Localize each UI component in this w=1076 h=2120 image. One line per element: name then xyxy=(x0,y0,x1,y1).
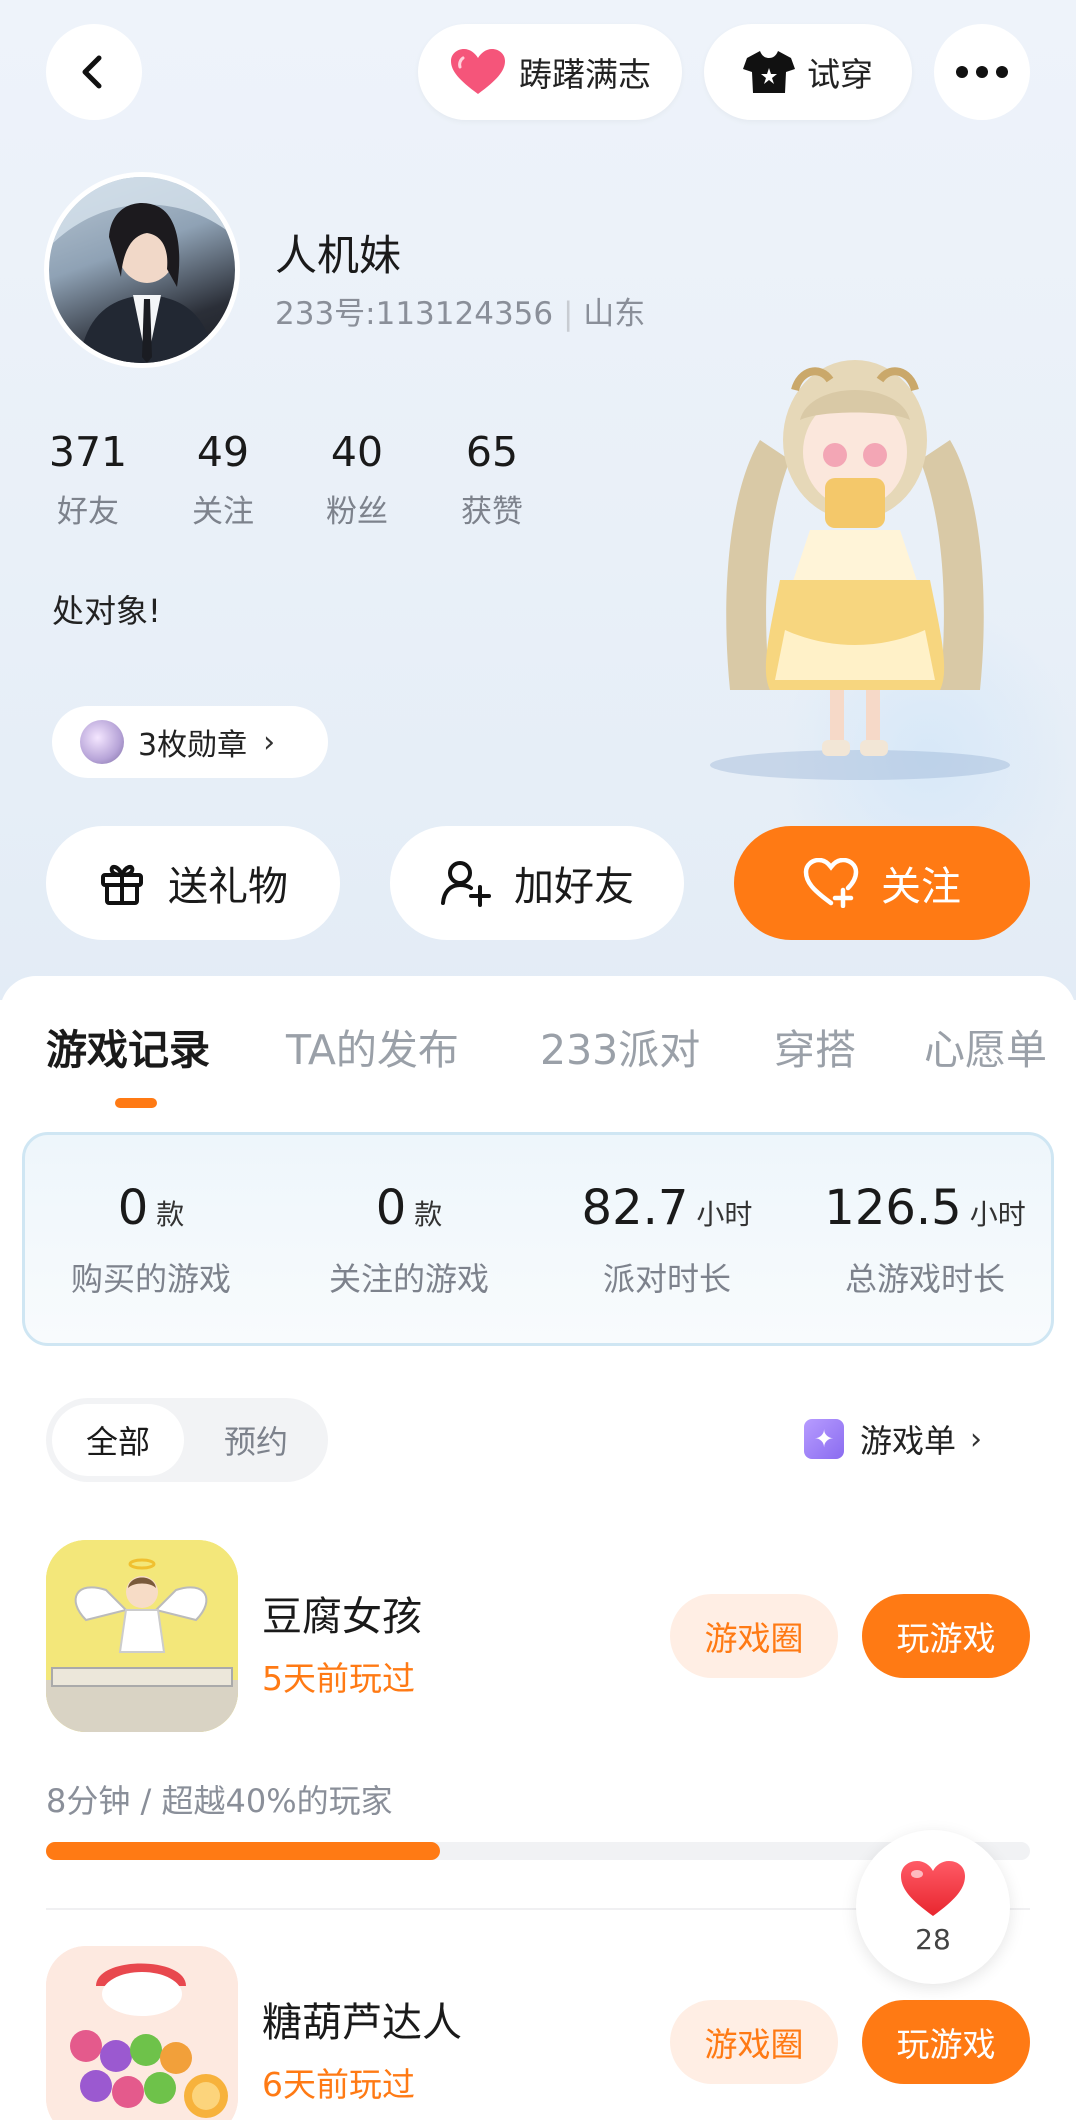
separator: | xyxy=(562,296,584,332)
stat-friends[interactable]: 371 好友 xyxy=(28,428,148,531)
try-on-button[interactable]: 试穿 xyxy=(704,24,912,120)
user-region: 山东 xyxy=(583,296,646,332)
stat-likes[interactable]: 65 获赞 xyxy=(432,428,552,531)
game-list-label: 游戏单 xyxy=(860,1422,957,1460)
game-circle-button[interactable]: 游戏圈 xyxy=(670,2000,838,2084)
avatar[interactable] xyxy=(44,172,240,368)
stat-following[interactable]: 49 关注 xyxy=(163,428,283,531)
stat-value: 0 xyxy=(375,1180,407,1236)
heart-icon xyxy=(901,1860,965,1916)
user-name: 人机妹 xyxy=(275,231,402,280)
stat-label: 好友 xyxy=(57,494,119,530)
heart-plus-icon xyxy=(803,858,859,908)
stat-label: 购买的游戏 xyxy=(70,1260,231,1298)
tofu-girl-art xyxy=(46,1540,238,1732)
stat-label: 总游戏时长 xyxy=(844,1260,1005,1298)
filter-reserved[interactable]: 预约 xyxy=(196,1404,316,1476)
stat-value: 40 xyxy=(330,428,384,476)
stat-total-hours: 126.5 小时 总游戏时长 xyxy=(796,1180,1054,1300)
stat-unit: 小时 xyxy=(969,1198,1026,1231)
chevron-left-icon xyxy=(82,55,102,89)
candied-haws-art xyxy=(46,1946,238,2120)
stat-value: 65 xyxy=(465,428,519,476)
stat-unit: 款 xyxy=(156,1198,185,1231)
follow-label: 关注 xyxy=(881,864,961,910)
stat-unit: 款 xyxy=(414,1198,443,1231)
chevron-right-icon: › xyxy=(263,724,276,760)
user-id: 233号:113124356 xyxy=(275,296,554,332)
game-title[interactable]: 糖葫芦达人 xyxy=(262,1990,462,2048)
filter-all[interactable]: 全部 xyxy=(52,1404,184,1476)
stat-value: 82.7 xyxy=(581,1180,689,1236)
active-tab-indicator xyxy=(115,1098,157,1108)
heart-icon xyxy=(451,49,505,94)
try-on-label: 试穿 xyxy=(807,55,873,94)
tshirt-icon xyxy=(743,51,795,93)
medal-icon xyxy=(80,720,124,764)
add-user-icon xyxy=(441,861,491,907)
user-bio: 处对象! xyxy=(52,592,161,630)
play-time-meta: 8分钟 / 超越40%的玩家 xyxy=(46,1782,393,1820)
stat-label: 粉丝 xyxy=(326,494,388,530)
game-icon-candied-haws[interactable] xyxy=(46,1946,238,2120)
tab-party[interactable]: 233派对 xyxy=(540,1016,700,1076)
stat-label: 获赞 xyxy=(461,494,523,530)
add-friend-label: 加好友 xyxy=(514,864,634,910)
stat-followed-games: 0款 关注的游戏 xyxy=(280,1180,538,1300)
send-gift-button[interactable]: 送礼物 xyxy=(46,826,340,940)
stat-label: 关注的游戏 xyxy=(328,1260,489,1298)
stat-purchased-games: 0款 购买的游戏 xyxy=(22,1180,280,1300)
like-count: 28 xyxy=(915,1922,951,1956)
play-game-button[interactable]: 玩游戏 xyxy=(862,1594,1030,1678)
follow-button[interactable]: 关注 xyxy=(734,826,1030,940)
game-circle-button[interactable]: 游戏圈 xyxy=(670,1594,838,1678)
back-button[interactable] xyxy=(46,24,142,120)
stat-value: 49 xyxy=(196,428,250,476)
stat-value: 126.5 xyxy=(824,1180,962,1236)
title-badge-label: 踌躇满志 xyxy=(519,55,651,94)
more-dots-icon xyxy=(956,66,1008,78)
stat-unit: 小时 xyxy=(696,1198,753,1231)
tab-wishlist[interactable]: 心愿单 xyxy=(924,1016,1047,1076)
medals-label: 3枚勋章 xyxy=(138,728,248,763)
stat-value: 0 xyxy=(117,1180,149,1236)
stat-followers[interactable]: 40 粉丝 xyxy=(297,428,417,531)
avatar-photo xyxy=(49,177,235,363)
game-list-link[interactable]: ✦ 游戏单 › xyxy=(804,1414,982,1464)
user-id-line: 233号:113124356 | 山东 xyxy=(275,288,645,333)
medals-button[interactable]: 3枚勋章 › xyxy=(52,706,328,778)
gift-icon xyxy=(101,864,143,905)
send-gift-label: 送礼物 xyxy=(168,864,288,910)
play-progress-fill xyxy=(46,1842,440,1860)
stat-party-hours: 82.7 小时 派对时长 xyxy=(538,1180,796,1300)
game-icon-tofu-girl[interactable] xyxy=(46,1540,238,1732)
game-title[interactable]: 豆腐女孩 xyxy=(262,1584,422,1642)
more-button[interactable] xyxy=(934,24,1030,120)
add-friend-button[interactable]: 加好友 xyxy=(390,826,684,940)
chevron-right-icon: › xyxy=(970,1421,983,1457)
title-badge-button[interactable]: 踌躇满志 xyxy=(418,24,682,120)
stat-value: 371 xyxy=(48,428,128,476)
play-game-button[interactable]: 玩游戏 xyxy=(862,2000,1030,2084)
stat-label: 关注 xyxy=(192,494,254,530)
game-last-played: 6天前玩过 xyxy=(262,2065,415,2104)
sparkle-icon: ✦ xyxy=(804,1419,844,1459)
avatar-character[interactable] xyxy=(690,330,1020,770)
tab-outfits[interactable]: 穿搭 xyxy=(774,1016,856,1076)
like-floating-button[interactable]: 28 xyxy=(856,1830,1010,1984)
tab-posts[interactable]: TA的发布 xyxy=(286,1016,459,1076)
game-last-played: 5天前玩过 xyxy=(262,1659,415,1698)
stat-label: 派对时长 xyxy=(602,1260,731,1298)
tab-game-records[interactable]: 游戏记录 xyxy=(46,1016,210,1076)
